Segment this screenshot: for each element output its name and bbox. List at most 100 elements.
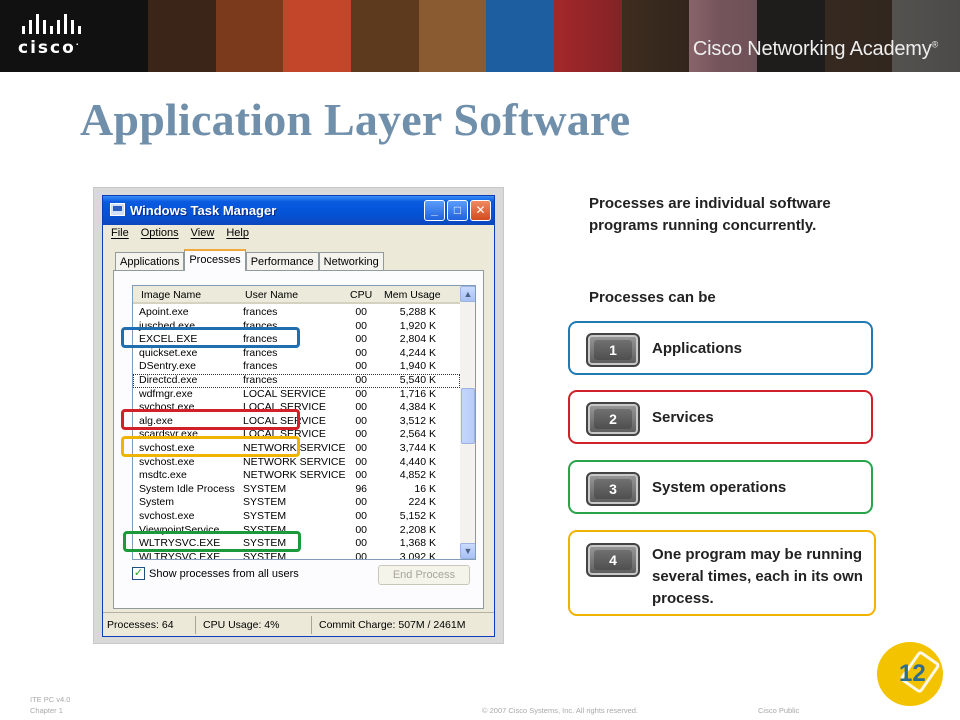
process-mem-usage: 1,368 K — [399, 537, 436, 550]
highlight-box — [121, 408, 300, 430]
window-titlebar[interactable]: Windows Task Manager _ □ ✕ — [103, 196, 494, 225]
process-mem-usage: 4,384 K — [399, 401, 436, 414]
category-applications: 1 Applications — [568, 321, 873, 375]
column-user-name[interactable]: User Name — [245, 289, 298, 301]
close-button[interactable]: ✕ — [470, 200, 491, 221]
highlight-box — [121, 436, 300, 457]
process-row[interactable]: System SYSTEM 00 224 K — [133, 496, 460, 510]
tab-strip: Applications Processes Performance Netwo… — [115, 249, 384, 271]
process-image-name: Apoint.exe — [139, 306, 189, 318]
process-image-name: svchost.exe — [139, 509, 195, 522]
status-commit-charge: Commit Charge: 507M / 2461M — [319, 619, 466, 631]
process-user-name: SYSTEM — [243, 496, 287, 509]
process-row[interactable]: wdfmgr.exe LOCAL SERVICE 00 1,716 K — [133, 388, 460, 402]
process-image-name: System — [139, 496, 175, 509]
process-list-header: Image Name User Name CPU Mem Usage — [133, 286, 460, 304]
process-row[interactable]: WLTRYSVC.EXE SYSTEM 00 3,092 K — [133, 550, 460, 560]
process-mem-usage: 5,540 K — [399, 373, 436, 386]
tab-processes[interactable]: Processes — [184, 249, 246, 271]
footer-chapter: Chapter 1 — [30, 706, 63, 715]
footer-classification: Cisco Public — [758, 706, 800, 715]
process-row[interactable]: msdtc.exe NETWORK SERVICE 00 4,852 K — [133, 469, 460, 483]
number-4: 4 — [594, 550, 632, 570]
column-cpu[interactable]: CPU — [350, 289, 372, 301]
number-badge: 1 — [586, 333, 640, 367]
menu-options[interactable]: Options — [141, 227, 179, 239]
footer-course: ITE PC v4.0 — [30, 695, 71, 704]
checkmark-icon[interactable]: ✓ — [132, 567, 145, 580]
category-system-operations: 3 System operations — [568, 460, 873, 514]
menu-help[interactable]: Help — [226, 227, 249, 239]
process-mem-usage: 4,852 K — [399, 469, 436, 482]
menu-view[interactable]: View — [191, 227, 215, 239]
tab-performance[interactable]: Performance — [245, 252, 319, 271]
slide-title: Application Layer Software — [80, 94, 631, 145]
process-row[interactable]: quickset.exe frances 00 4,244 K — [133, 347, 460, 361]
process-image-name: svchost.exe — [139, 455, 195, 468]
process-mem-usage: 4,244 K — [399, 346, 436, 359]
tab-applications[interactable]: Applications — [115, 252, 185, 271]
menu-file[interactable]: File — [111, 227, 129, 239]
category-services: 2 Services — [568, 390, 873, 444]
vertical-scrollbar[interactable]: ▲ ▼ — [460, 286, 475, 559]
tab-networking[interactable]: Networking — [318, 252, 384, 271]
process-mem-usage: 5,152 K — [399, 509, 436, 522]
menu-bar: File Options View Help — [111, 227, 249, 239]
scroll-up-icon[interactable]: ▲ — [460, 286, 475, 302]
academy-mark: ® — [931, 39, 939, 50]
show-all-processes-option[interactable]: ✓ Show processes from all users — [132, 567, 299, 580]
process-image-name: msdtc.exe — [139, 469, 187, 482]
academy-text: Cisco Networking Academy — [692, 38, 932, 60]
process-mem-usage: 1,940 K — [399, 360, 436, 373]
scroll-thumb[interactable] — [461, 388, 475, 444]
status-processes: Processes: 64 — [107, 619, 174, 631]
process-user-name: LOCAL SERVICE — [243, 387, 326, 400]
minimize-button[interactable]: _ — [424, 200, 445, 221]
banner-shade — [560, 0, 960, 72]
banner-photo — [148, 0, 216, 72]
processes-can-be-label: Processes can be — [589, 289, 716, 306]
end-process-button[interactable]: End Process — [378, 565, 470, 585]
header-banner: cisco. Cisco Networking Academy® — [0, 0, 960, 72]
academy-wordmark: Cisco Networking Academy® — [693, 38, 938, 61]
process-image-name: WLTRYSVC.EXE — [139, 550, 221, 560]
column-mem-usage[interactable]: Mem Usage — [384, 289, 441, 301]
process-mem-usage: 3,092 K — [399, 550, 436, 560]
process-user-name: SYSTEM — [243, 482, 287, 495]
banner-photo — [486, 0, 555, 72]
page-number-badge: 12 — [877, 642, 943, 706]
process-user-name: NETWORK SERVICE — [243, 455, 346, 468]
process-row[interactable]: Apoint.exe frances 00 5,288 K — [133, 306, 460, 320]
process-user-name: frances — [243, 346, 278, 359]
process-user-name: NETWORK SERVICE — [243, 469, 346, 482]
process-row[interactable]: DSentry.exe frances 00 1,940 K — [133, 360, 460, 374]
highlight-box — [123, 531, 301, 553]
process-user-name: frances — [243, 360, 278, 373]
number-1: 1 — [594, 340, 632, 360]
process-mem-usage: 1,716 K — [399, 387, 436, 400]
window-title: Windows Task Manager — [130, 203, 277, 218]
process-mem-usage: 3,512 K — [399, 414, 436, 427]
process-mem-usage: 4,440 K — [399, 455, 436, 468]
process-mem-usage: 224 K — [408, 496, 436, 509]
cisco-logo: cisco. — [18, 14, 128, 60]
process-row[interactable]: System Idle Process SYSTEM 96 16 K — [133, 483, 460, 497]
banner-photo — [418, 0, 487, 72]
highlight-box — [121, 327, 300, 349]
maximize-button[interactable]: □ — [447, 200, 468, 221]
process-row[interactable]: svchost.exe SYSTEM 00 5,152 K — [133, 510, 460, 524]
process-row[interactable]: svchost.exe NETWORK SERVICE 00 4,440 K — [133, 456, 460, 470]
column-image-name[interactable]: Image Name — [141, 289, 201, 301]
process-image-name: System Idle Process — [139, 482, 235, 495]
process-row[interactable]: Directcd.exe frances 00 5,540 K — [133, 373, 460, 388]
banner-photo — [351, 0, 419, 72]
banner-photo — [283, 0, 352, 72]
number-badge: 4 — [586, 543, 640, 577]
scroll-down-icon[interactable]: ▼ — [460, 543, 475, 559]
process-mem-usage: 2,208 K — [399, 523, 436, 536]
cisco-logo-bars-icon — [22, 14, 128, 34]
process-mem-usage: 16 K — [414, 482, 436, 495]
process-user-name: frances — [243, 306, 278, 318]
banner-photo — [215, 0, 284, 72]
task-manager-icon — [110, 203, 125, 216]
